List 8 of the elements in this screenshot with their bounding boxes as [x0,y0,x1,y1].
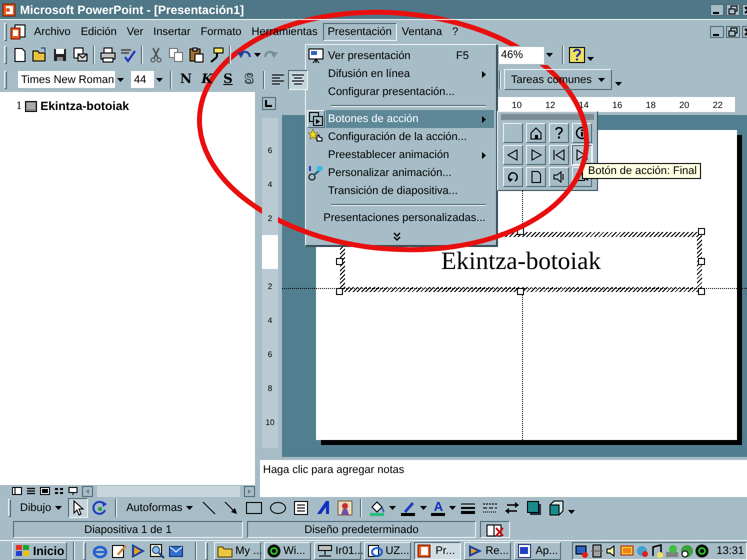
slide-number: 1 [16,100,22,112]
clock: 13:31 [716,544,744,556]
design-name: Diseño predeterminado [247,521,476,538]
tooltip: Botón de acción: Final [582,163,701,179]
slide-counter: Diapositiva 1 de 1 [13,521,243,538]
window-title: Microsoft PowerPoint - [Presentación1] [20,2,246,16]
outline-title: Ekintza-botoiak [40,99,130,113]
slide-title: Ekintza-botoiak [441,248,601,276]
